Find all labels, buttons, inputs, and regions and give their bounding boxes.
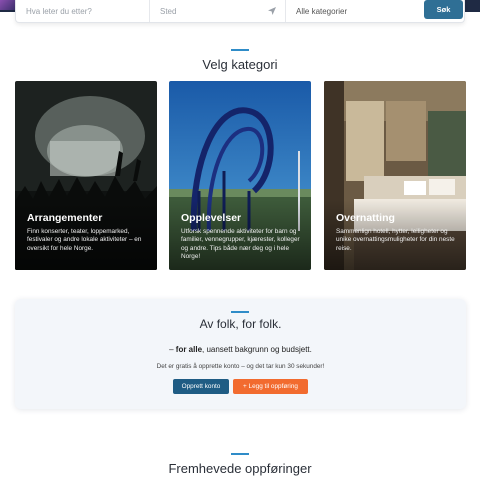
cta-tagline-prefix: – <box>169 345 176 354</box>
card-title: Overnatting <box>336 212 395 224</box>
add-listing-button[interactable]: + Legg til oppføring <box>233 379 308 394</box>
cta-tagline-bold: for alle <box>175 345 203 354</box>
where-field-wrapper <box>150 0 286 22</box>
cta-panel: Av folk, for folk. – for alle, uansett b… <box>15 299 466 409</box>
categories-heading: Velg kategori <box>202 57 278 72</box>
card-description: Sammenlign hotell, hytter, leiligheter o… <box>336 228 455 252</box>
page: Alle kategorier Søk Velg kategori Arrang… <box>0 0 480 480</box>
card-description: Utforsk spennende aktiviteter for barn o… <box>181 228 300 261</box>
cta-subtext: Det er gratis å opprette konto – og det … <box>156 363 325 370</box>
location-arrow-icon[interactable] <box>267 6 277 16</box>
location-input[interactable] <box>150 0 285 22</box>
cta-title: Av folk, for folk. <box>199 317 282 331</box>
card-description: Finn konserter, teater, loppemarked, fes… <box>27 228 142 252</box>
section-accent-line <box>231 49 249 51</box>
category-card-arrangementer[interactable]: Arrangementer Finn konserter, teater, lo… <box>15 81 157 270</box>
create-account-button[interactable]: Opprett konto <box>173 379 229 394</box>
logo-corner <box>0 0 16 10</box>
category-select[interactable]: Alle kategorier <box>286 0 417 22</box>
category-card-overnatting[interactable]: Overnatting Sammenlign hotell, hytter, l… <box>324 81 466 270</box>
search-bar: Alle kategorier <box>15 0 465 23</box>
category-select-value: Alle kategorier <box>296 6 348 16</box>
featured-accent-line <box>231 453 249 455</box>
cta-accent-line <box>231 311 249 313</box>
search-button[interactable]: Søk <box>424 0 463 19</box>
card-title: Arrangementer <box>27 212 103 224</box>
cta-tagline: – for alle, uansett bakgrunn og budsjett… <box>15 345 466 354</box>
category-card-opplevelser[interactable]: Opplevelser Utforsk spennende aktivitete… <box>169 81 311 270</box>
card-title: Opplevelser <box>181 212 242 224</box>
featured-heading: Fremhevede oppføringer <box>168 461 312 476</box>
what-field-wrapper <box>16 0 150 22</box>
what-search-input[interactable] <box>16 0 149 22</box>
cta-tagline-rest: , uansett bakgrunn og budsjett. <box>202 345 312 354</box>
